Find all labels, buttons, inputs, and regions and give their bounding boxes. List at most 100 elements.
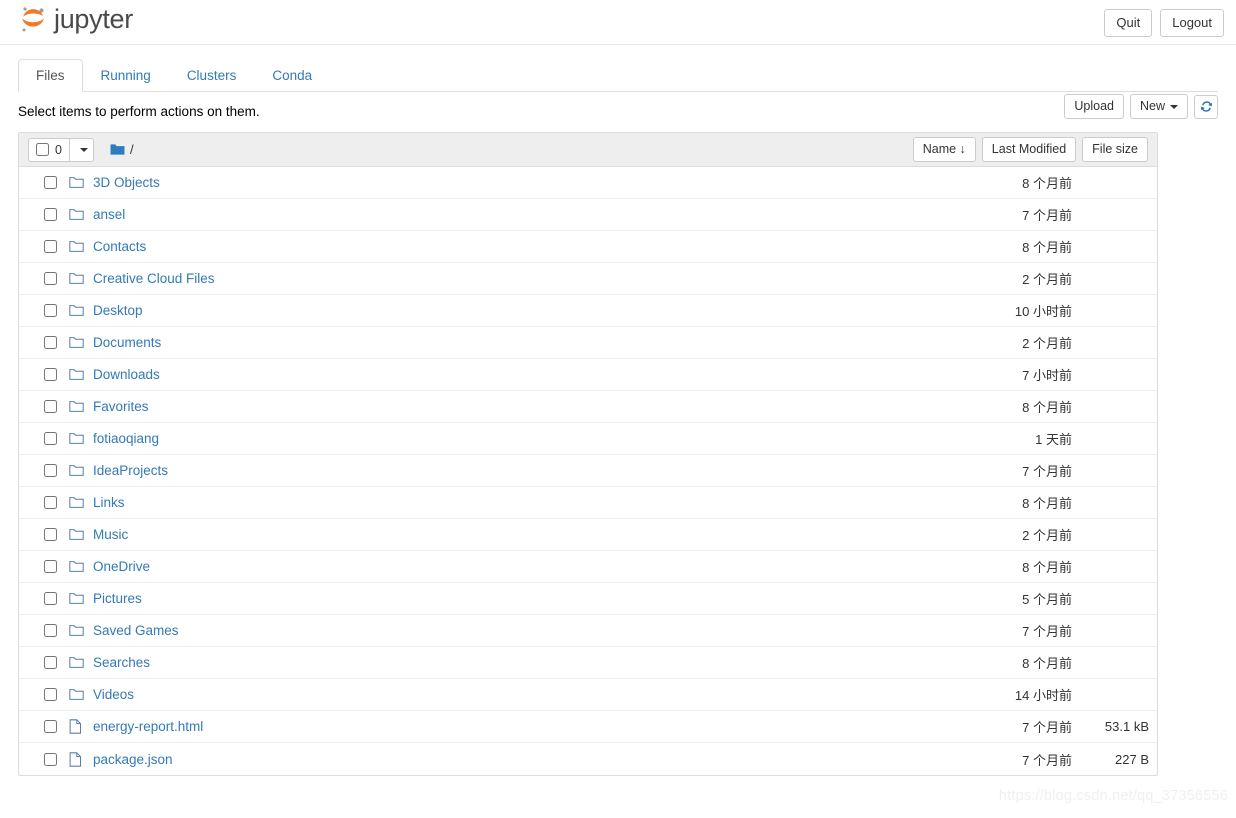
row-name-link[interactable]: OneDrive xyxy=(93,559,150,574)
row-checkbox[interactable] xyxy=(44,560,57,573)
table-row[interactable]: Documents 2 个月前 xyxy=(19,327,1157,359)
sort-by-modified-button[interactable]: Last Modified xyxy=(981,137,1077,162)
sort-by-name-button[interactable]: Name ↓ xyxy=(912,137,976,162)
table-row[interactable]: IdeaProjects 7 个月前 xyxy=(19,455,1157,487)
row-modified: 8 个月前 xyxy=(1022,496,1072,511)
table-row[interactable]: Music 2 个月前 xyxy=(19,519,1157,551)
row-checkbox[interactable] xyxy=(44,624,57,637)
row-checkbox[interactable] xyxy=(44,400,57,413)
row-name-link[interactable]: fotiaoqiang xyxy=(93,431,159,446)
row-checkbox[interactable] xyxy=(44,528,57,541)
logout-button[interactable]: Logout xyxy=(1160,9,1224,37)
row-name-link[interactable]: energy-report.html xyxy=(93,719,203,734)
row-checkbox[interactable] xyxy=(44,272,57,285)
row-name-link[interactable]: ansel xyxy=(93,207,125,222)
brand-logo[interactable]: jupyter xyxy=(18,4,133,36)
table-row[interactable]: fotiaoqiang 1 天前 xyxy=(19,423,1157,455)
sort-by-size-button[interactable]: File size xyxy=(1082,137,1148,162)
row-modified: 2 个月前 xyxy=(1022,336,1072,351)
row-name-link[interactable]: Pictures xyxy=(93,591,142,606)
row-name-link[interactable]: Documents xyxy=(93,335,161,350)
table-row[interactable]: 3D Objects 8 个月前 xyxy=(19,167,1157,199)
table-row[interactable]: Links 8 个月前 xyxy=(19,487,1157,519)
row-checkbox-cell xyxy=(36,432,65,445)
row-name-link[interactable]: Music xyxy=(93,527,128,542)
row-name-link[interactable]: package.json xyxy=(93,752,173,767)
row-name-link[interactable]: Favorites xyxy=(93,399,149,414)
row-name-link[interactable]: Contacts xyxy=(93,239,146,254)
header-actions: Quit Logout xyxy=(1104,9,1224,37)
row-checkbox-cell xyxy=(36,336,65,349)
row-type-icon xyxy=(69,208,91,221)
row-checkbox[interactable] xyxy=(44,304,57,317)
tab-running[interactable]: Running xyxy=(83,59,169,92)
table-row[interactable]: Videos 14 小时前 xyxy=(19,679,1157,711)
row-name-link[interactable]: Downloads xyxy=(93,367,160,382)
row-checkbox[interactable] xyxy=(44,464,57,477)
select-menu-button[interactable] xyxy=(69,137,94,162)
row-size: 227 B xyxy=(1115,751,1149,767)
row-type-icon xyxy=(69,368,91,381)
row-name-link[interactable]: Desktop xyxy=(93,303,143,318)
quit-button[interactable]: Quit xyxy=(1104,9,1153,37)
table-row[interactable]: Desktop 10 小时前 xyxy=(19,295,1157,327)
row-name-link[interactable]: IdeaProjects xyxy=(93,463,168,478)
tab-clusters[interactable]: Clusters xyxy=(169,59,255,92)
row-modified: 7 小时前 xyxy=(1022,368,1072,383)
row-name-link[interactable]: Searches xyxy=(93,655,150,670)
row-name-link[interactable]: Saved Games xyxy=(93,623,179,638)
row-checkbox[interactable] xyxy=(44,592,57,605)
tab-files[interactable]: Files xyxy=(18,59,83,92)
file-list-header: 0 / Name ↓ Last Modified File size xyxy=(19,133,1157,167)
row-type-icon xyxy=(69,432,91,445)
row-checkbox[interactable] xyxy=(44,176,57,189)
breadcrumb[interactable]: / xyxy=(110,142,134,157)
row-checkbox-cell xyxy=(36,272,65,285)
table-row[interactable]: Downloads 7 小时前 xyxy=(19,359,1157,391)
tab-conda[interactable]: Conda xyxy=(254,59,330,92)
row-checkbox[interactable] xyxy=(44,240,57,253)
row-modified: 8 个月前 xyxy=(1022,560,1072,575)
actions-row: Select items to perform actions on them.… xyxy=(18,92,1218,130)
row-checkbox[interactable] xyxy=(44,720,57,733)
refresh-button[interactable] xyxy=(1194,94,1218,119)
row-checkbox[interactable] xyxy=(44,208,57,221)
row-name-link[interactable]: Links xyxy=(93,495,125,510)
table-row[interactable]: Contacts 8 个月前 xyxy=(19,231,1157,263)
folder-icon xyxy=(69,401,84,412)
select-all-checkbox[interactable] xyxy=(36,143,49,156)
row-type-icon xyxy=(69,240,91,253)
row-size: 53.1 kB xyxy=(1104,719,1149,734)
table-row[interactable]: Favorites 8 个月前 xyxy=(19,391,1157,423)
table-row[interactable]: package.json 7 个月前 227 B xyxy=(19,743,1157,775)
table-row[interactable]: Saved Games 7 个月前 xyxy=(19,615,1157,647)
row-name-link[interactable]: Videos xyxy=(93,687,134,702)
row-checkbox[interactable] xyxy=(44,688,57,701)
table-row[interactable]: Pictures 5 个月前 xyxy=(19,583,1157,615)
table-row[interactable]: Creative Cloud Files 2 个月前 xyxy=(19,263,1157,295)
row-checkbox[interactable] xyxy=(44,496,57,509)
upload-button[interactable]: Upload xyxy=(1064,94,1124,119)
refresh-icon xyxy=(1200,101,1212,112)
row-checkbox[interactable] xyxy=(44,656,57,669)
table-row[interactable]: energy-report.html 7 个月前 53.1 kB xyxy=(19,711,1157,743)
chevron-down-icon xyxy=(79,147,88,152)
row-checkbox[interactable] xyxy=(44,336,57,349)
row-checkbox[interactable] xyxy=(44,752,57,766)
row-checkbox-cell xyxy=(36,176,65,189)
table-row[interactable]: OneDrive 8 个月前 xyxy=(19,551,1157,583)
row-name-link[interactable]: 3D Objects xyxy=(93,175,160,190)
row-type-icon xyxy=(69,336,91,349)
row-modified: 8 个月前 xyxy=(1022,656,1072,671)
folder-icon xyxy=(69,689,84,700)
new-button[interactable]: New xyxy=(1129,94,1188,119)
row-modified: 8 个月前 xyxy=(1022,240,1072,255)
table-row[interactable]: Searches 8 个月前 xyxy=(19,647,1157,679)
row-checkbox[interactable] xyxy=(44,432,57,445)
row-checkbox[interactable] xyxy=(44,368,57,381)
row-name-link[interactable]: Creative Cloud Files xyxy=(93,271,215,286)
row-checkbox-cell xyxy=(36,560,65,573)
folder-icon xyxy=(69,433,84,444)
select-all-box[interactable]: 0 xyxy=(28,137,70,162)
table-row[interactable]: ansel 7 个月前 xyxy=(19,199,1157,231)
